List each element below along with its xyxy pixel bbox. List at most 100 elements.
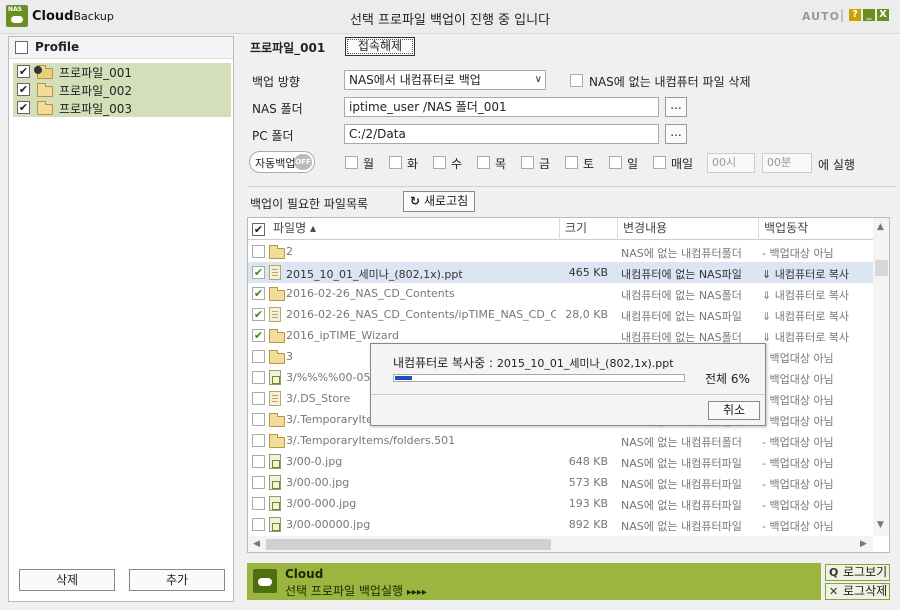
minute-select[interactable]: 00분 [762, 153, 812, 173]
hour-select[interactable]: 00시 [707, 153, 755, 173]
auto-backup-toggle[interactable]: 자동백업 OFF [249, 151, 315, 173]
log-delete-button[interactable]: ✕ 로그삭제 [825, 583, 890, 600]
file-action: - 백업대상 아님 [762, 457, 834, 470]
row-checkbox[interactable] [252, 245, 265, 258]
file-change: 내컴퓨터에 없는 NAS파일 [621, 268, 742, 281]
table-row[interactable]: 3/.TemporaryItems/folders.501 NAS에 없는 내컴퓨… [248, 430, 873, 451]
row-checkbox[interactable]: ✔ [252, 287, 265, 300]
minute-value: 00분 [767, 156, 792, 169]
profile-item[interactable]: ✔ 프로파일_002 [13, 81, 231, 99]
table-row[interactable]: 3/00-00000.jpg 892 KB NAS에 없는 내컴퓨터파일 - 백업대상… [248, 514, 873, 535]
table-row[interactable]: 2 NAS에 없는 내컴퓨터폴더 - 백업대상 아님 [248, 241, 873, 262]
profile-checkbox[interactable]: ✔ [17, 83, 30, 96]
day-checkbox-sat[interactable] [565, 156, 578, 169]
profile-item[interactable]: ✔ 프로파일_003 [13, 99, 231, 117]
select-all-files-checkbox[interactable]: ✔ [252, 223, 265, 236]
profile-checkbox[interactable]: ✔ [17, 65, 30, 78]
log-view-button[interactable]: Q 로그보기 [825, 564, 890, 581]
day-label: 목 [495, 157, 507, 171]
scroll-thumb[interactable] [875, 260, 888, 276]
direction-value: NAS에서 내컴퓨터로 백업 [349, 73, 481, 87]
day-checkbox-sun[interactable] [609, 156, 622, 169]
scroll-left-icon[interactable]: ◀ [253, 539, 260, 549]
profile-panel: Profile ✔ 프로파일_001 ✔ 프로파일_002 ✔ 프로파일_003… [8, 36, 234, 602]
row-checkbox[interactable] [252, 497, 265, 510]
file-size: 573 KB [568, 476, 608, 489]
row-checkbox[interactable] [252, 476, 265, 489]
nas-folder-browse-button[interactable]: ... [665, 97, 687, 117]
profile-name: 프로파일_001 [59, 66, 133, 80]
column-size[interactable]: 크기 [560, 218, 618, 240]
column-action[interactable]: 백업동작 [759, 218, 873, 240]
day-label: 일 [627, 157, 639, 171]
day-checkbox-daily[interactable] [653, 156, 666, 169]
row-checkbox[interactable] [252, 371, 265, 384]
scroll-down-icon[interactable]: ▼ [877, 520, 884, 530]
scroll-thumb[interactable] [266, 539, 551, 550]
day-label: 월 [363, 157, 375, 171]
day-checkbox-tue[interactable] [389, 156, 402, 169]
minimize-button[interactable]: _ [863, 9, 875, 21]
image-file-icon [269, 475, 281, 490]
disconnect-button[interactable]: 접속해제 [345, 37, 415, 56]
scroll-right-icon[interactable]: ▶ [860, 539, 867, 549]
row-checkbox[interactable]: ✔ [252, 266, 265, 279]
day-checkbox-wed[interactable] [433, 156, 446, 169]
image-file-icon [269, 370, 281, 385]
nas-folder-field[interactable]: iptime_user /NAS 폴더_001 [344, 97, 659, 117]
table-row[interactable]: 3/00-000.jpg 193 KB NAS에 없는 내컴퓨터파일 - 백업대상 아… [248, 493, 873, 514]
select-all-profiles-checkbox[interactable] [15, 41, 28, 54]
delete-profile-button[interactable]: 삭제 [19, 569, 115, 591]
cloud-logo-icon [253, 569, 277, 593]
run-backup-button[interactable]: Cloud 선택 프로파일 백업실행 ▸▸▸▸ [247, 563, 821, 600]
day-checkbox-mon[interactable] [345, 156, 358, 169]
row-checkbox[interactable] [252, 434, 265, 447]
row-checkbox[interactable] [252, 455, 265, 468]
auto-backup-label: 자동백업 [255, 157, 296, 170]
add-profile-button[interactable]: 추가 [129, 569, 225, 591]
row-checkbox[interactable]: ✔ [252, 329, 265, 342]
row-checkbox[interactable] [252, 518, 265, 531]
pc-folder-browse-button[interactable]: ... [665, 124, 687, 144]
file-change: NAS에 없는 내컴퓨터파일 [621, 457, 742, 470]
close-button[interactable]: X [877, 9, 889, 21]
folder-icon [269, 287, 285, 301]
image-file-icon [269, 496, 281, 511]
help-button[interactable]: ? [849, 9, 861, 21]
vertical-scrollbar[interactable]: ▲ ▼ [873, 218, 889, 536]
table-row[interactable]: ✔ 2016-02-26_NAS_CD_Contents 내컴퓨터에 없는 NAS폴… [248, 283, 873, 304]
table-row[interactable]: 3/00-00.jpg 573 KB NAS에 없는 내컴퓨터파일 - 백업대상 아님 [248, 472, 873, 493]
folder-icon [269, 329, 285, 343]
day-checkbox-thu[interactable] [477, 156, 490, 169]
table-header: ✔ 파일명 ▴ 크기 변경내용 백업동작 [248, 218, 873, 240]
delete-pc-files-checkbox[interactable] [570, 74, 583, 87]
file-change: 내컴퓨터에 없는 NAS파일 [621, 310, 742, 323]
profile-item[interactable]: ✔ 프로파일_001 [13, 63, 231, 81]
row-checkbox[interactable] [252, 413, 265, 426]
section-divider [247, 186, 896, 187]
column-name[interactable]: 파일명 ▴ [268, 218, 560, 240]
table-row[interactable]: ✔ 2016-02-26_NAS_CD_Contents/ipTIME_NAS_C… [248, 304, 873, 325]
pc-folder-field[interactable]: C:/2/Data [344, 124, 659, 144]
refresh-button[interactable]: ↻ 새로고침 [403, 191, 475, 212]
file-action: - 백업대상 아님 [762, 478, 834, 491]
copy-message: 내컴퓨터로 복사중 : 2015_10_01_세미나_(802,1x).ppt [393, 354, 674, 371]
row-checkbox[interactable] [252, 392, 265, 405]
day-checkbox-fri[interactable] [521, 156, 534, 169]
table-row[interactable]: ✔ 2015_10_01_세미나_(802,1x).ppt 465 KB 내컴퓨터에 … [248, 262, 873, 283]
horizontal-scrollbar[interactable]: ◀ ▶ [248, 536, 873, 552]
row-checkbox[interactable]: ✔ [252, 308, 265, 321]
table-row[interactable]: 3/00-0.jpg 648 KB NAS에 없는 내컴퓨터파일 - 백업대상 아님 [248, 451, 873, 472]
profile-name: 프로파일_002 [59, 84, 133, 98]
profile-checkbox[interactable]: ✔ [17, 101, 30, 114]
cancel-button[interactable]: 취소 [708, 401, 760, 420]
auto-label[interactable]: AUTO [802, 10, 840, 23]
file-action: - 백업대상 아님 [762, 415, 834, 428]
column-change[interactable]: 변경내용 [618, 218, 759, 240]
row-checkbox[interactable] [252, 350, 265, 363]
toggle-knob: OFF [294, 154, 312, 170]
title-bar: NAS CloudBackup 선택 프로파일 백업이 진행 중 입니다 AUT… [0, 0, 900, 34]
scroll-up-icon[interactable]: ▲ [877, 222, 884, 232]
file-change: 내컴퓨터에 없는 NAS폴더 [621, 289, 742, 302]
direction-select[interactable]: NAS에서 내컴퓨터로 백업 ∨ [344, 70, 546, 90]
